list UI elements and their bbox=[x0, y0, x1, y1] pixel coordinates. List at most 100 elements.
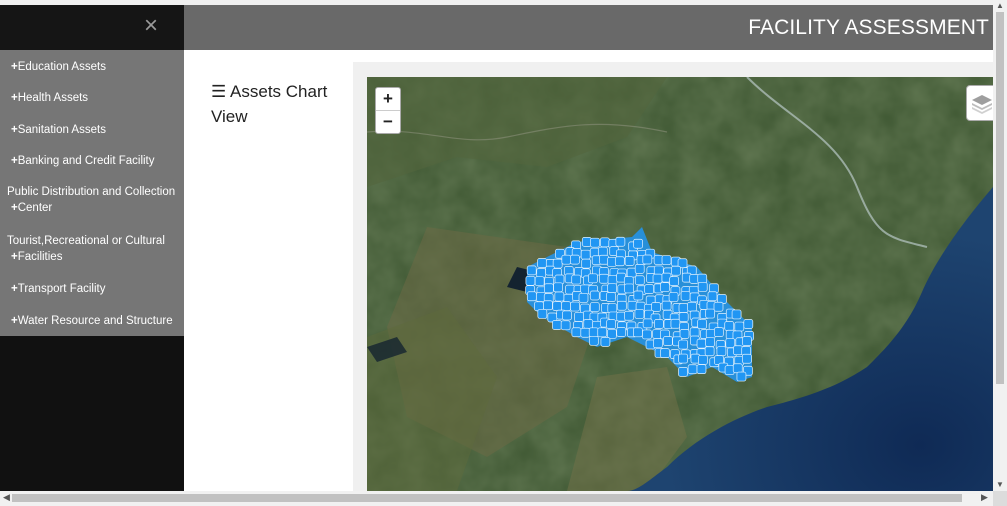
facility-marker-icon[interactable] bbox=[725, 338, 736, 348]
facility-marker-icon[interactable] bbox=[554, 291, 565, 302]
facility-marker-icon[interactable] bbox=[663, 336, 673, 346]
facility-marker-icon[interactable] bbox=[607, 303, 618, 314]
facility-marker-icon[interactable] bbox=[536, 268, 547, 278]
facility-marker-icon[interactable] bbox=[588, 273, 598, 284]
facility-marker-icon[interactable] bbox=[697, 273, 708, 284]
scroll-down-icon[interactable]: ▼ bbox=[996, 480, 1004, 489]
facility-marker-icon[interactable] bbox=[652, 273, 663, 284]
facility-marker-icon[interactable] bbox=[713, 327, 724, 337]
vertical-scrollbar-thumb[interactable] bbox=[996, 12, 1004, 384]
facility-marker-icon[interactable] bbox=[574, 312, 584, 322]
facility-marker-icon[interactable] bbox=[742, 336, 752, 346]
facility-marker-icon[interactable] bbox=[599, 273, 609, 284]
facility-marker-icon[interactable] bbox=[678, 312, 689, 322]
facility-marker-icon[interactable] bbox=[697, 282, 708, 292]
facility-marker-icon[interactable] bbox=[606, 292, 616, 302]
sidebar-item-transport-facility[interactable]: +Transport Facility bbox=[0, 281, 184, 297]
facility-marker-icon[interactable] bbox=[642, 329, 652, 340]
zoom-out-button[interactable]: − bbox=[376, 111, 400, 133]
facility-marker-icon[interactable] bbox=[570, 254, 580, 265]
facility-marker-icon[interactable] bbox=[600, 337, 611, 347]
facility-marker-icon[interactable] bbox=[552, 320, 562, 330]
facility-marker-icon[interactable] bbox=[561, 254, 572, 265]
facility-marker-icon[interactable] bbox=[534, 276, 545, 287]
facility-marker-icon[interactable] bbox=[614, 256, 625, 267]
facility-marker-icon[interactable] bbox=[644, 284, 654, 294]
facility-marker-icon[interactable] bbox=[589, 290, 600, 301]
facility-marker-icon[interactable] bbox=[689, 274, 700, 284]
sidebar-item-banking-credit[interactable]: +Banking and Credit Facility bbox=[0, 153, 184, 169]
facility-marker-icon[interactable] bbox=[562, 310, 572, 321]
facility-marker-icon[interactable] bbox=[634, 309, 645, 319]
facility-marker-icon[interactable] bbox=[716, 346, 727, 357]
facility-marker-icon[interactable] bbox=[570, 301, 580, 312]
facility-marker-icon[interactable] bbox=[633, 290, 644, 301]
facility-marker-icon[interactable] bbox=[583, 319, 594, 329]
facility-marker-icon[interactable] bbox=[543, 300, 553, 311]
facility-marker-icon[interactable] bbox=[627, 300, 638, 311]
facility-marker-icon[interactable] bbox=[578, 293, 589, 303]
close-icon[interactable]: × bbox=[144, 14, 158, 38]
facility-marker-icon[interactable] bbox=[668, 292, 679, 302]
scroll-left-icon[interactable]: ◀ bbox=[3, 492, 10, 503]
facility-marker-icon[interactable] bbox=[743, 319, 754, 329]
facility-marker-icon[interactable] bbox=[633, 327, 643, 338]
facility-marker-icon[interactable] bbox=[552, 301, 563, 311]
facility-marker-icon[interactable] bbox=[581, 258, 592, 269]
facility-marker-icon[interactable] bbox=[642, 254, 653, 265]
facility-marker-icon[interactable] bbox=[560, 320, 571, 331]
facility-marker-icon[interactable] bbox=[678, 353, 688, 364]
facility-marker-icon[interactable] bbox=[607, 283, 618, 294]
facility-marker-icon[interactable] bbox=[705, 337, 715, 347]
facility-marker-icon[interactable] bbox=[732, 363, 743, 374]
facility-marker-icon[interactable] bbox=[733, 345, 743, 356]
facility-marker-icon[interactable] bbox=[616, 300, 627, 311]
facility-marker-icon[interactable] bbox=[678, 303, 689, 313]
facility-marker-icon[interactable] bbox=[734, 321, 745, 332]
facility-marker-icon[interactable] bbox=[571, 274, 582, 285]
sidebar-item-health-assets[interactable]: +Health Assets bbox=[0, 90, 184, 106]
facility-marker-icon[interactable] bbox=[671, 265, 681, 276]
facility-marker-icon[interactable] bbox=[697, 319, 707, 329]
facility-marker-icon[interactable] bbox=[653, 265, 664, 276]
facility-marker-icon[interactable] bbox=[526, 265, 537, 276]
facility-marker-icon[interactable] bbox=[600, 237, 610, 248]
facility-marker-icon[interactable] bbox=[580, 249, 591, 260]
facility-marker-icon[interactable] bbox=[616, 327, 627, 337]
zoom-in-button[interactable]: + bbox=[376, 88, 400, 111]
facility-marker-icon[interactable] bbox=[669, 276, 679, 286]
facility-marker-icon[interactable] bbox=[742, 353, 752, 364]
facility-marker-icon[interactable] bbox=[537, 258, 547, 268]
facility-marker-icon[interactable] bbox=[687, 301, 697, 312]
facility-marker-icon[interactable] bbox=[588, 335, 599, 346]
facility-marker-icon[interactable] bbox=[678, 339, 689, 350]
facility-marker-icon[interactable] bbox=[689, 327, 700, 338]
facility-marker-icon[interactable] bbox=[607, 329, 617, 339]
facility-marker-icon[interactable] bbox=[634, 275, 645, 286]
facility-marker-icon[interactable] bbox=[624, 256, 635, 266]
facility-marker-icon[interactable] bbox=[660, 282, 670, 293]
horizontal-scrollbar-thumb[interactable] bbox=[12, 494, 962, 502]
facility-marker-icon[interactable] bbox=[537, 309, 548, 319]
facility-marker-icon[interactable] bbox=[724, 321, 735, 331]
facility-marker-icon[interactable] bbox=[581, 237, 592, 247]
facility-marker-icon[interactable] bbox=[678, 367, 688, 377]
facility-marker-icon[interactable] bbox=[597, 327, 608, 338]
assets-chart-view-title[interactable]: ☰ Assets Chart View bbox=[211, 79, 341, 129]
scroll-up-icon[interactable]: ▲ bbox=[996, 1, 1004, 10]
facility-marker-icon[interactable] bbox=[736, 371, 747, 382]
facility-marker-icon[interactable] bbox=[642, 318, 653, 329]
facility-marker-icon[interactable] bbox=[589, 302, 600, 312]
facility-marker-icon[interactable] bbox=[597, 246, 608, 257]
facility-marker-icon[interactable] bbox=[670, 318, 681, 329]
facility-marker-icon[interactable] bbox=[580, 284, 590, 295]
facility-marker-icon[interactable] bbox=[590, 237, 600, 248]
facility-marker-icon[interactable] bbox=[615, 236, 626, 247]
facility-marker-icon[interactable] bbox=[526, 291, 537, 302]
facility-marker-icon[interactable] bbox=[661, 300, 672, 311]
facility-marker-icon[interactable] bbox=[654, 319, 664, 329]
facility-marker-icon[interactable] bbox=[580, 327, 591, 338]
facility-marker-icon[interactable] bbox=[704, 346, 715, 357]
facility-marker-icon[interactable] bbox=[624, 283, 634, 294]
facility-marker-icon[interactable] bbox=[660, 348, 670, 359]
